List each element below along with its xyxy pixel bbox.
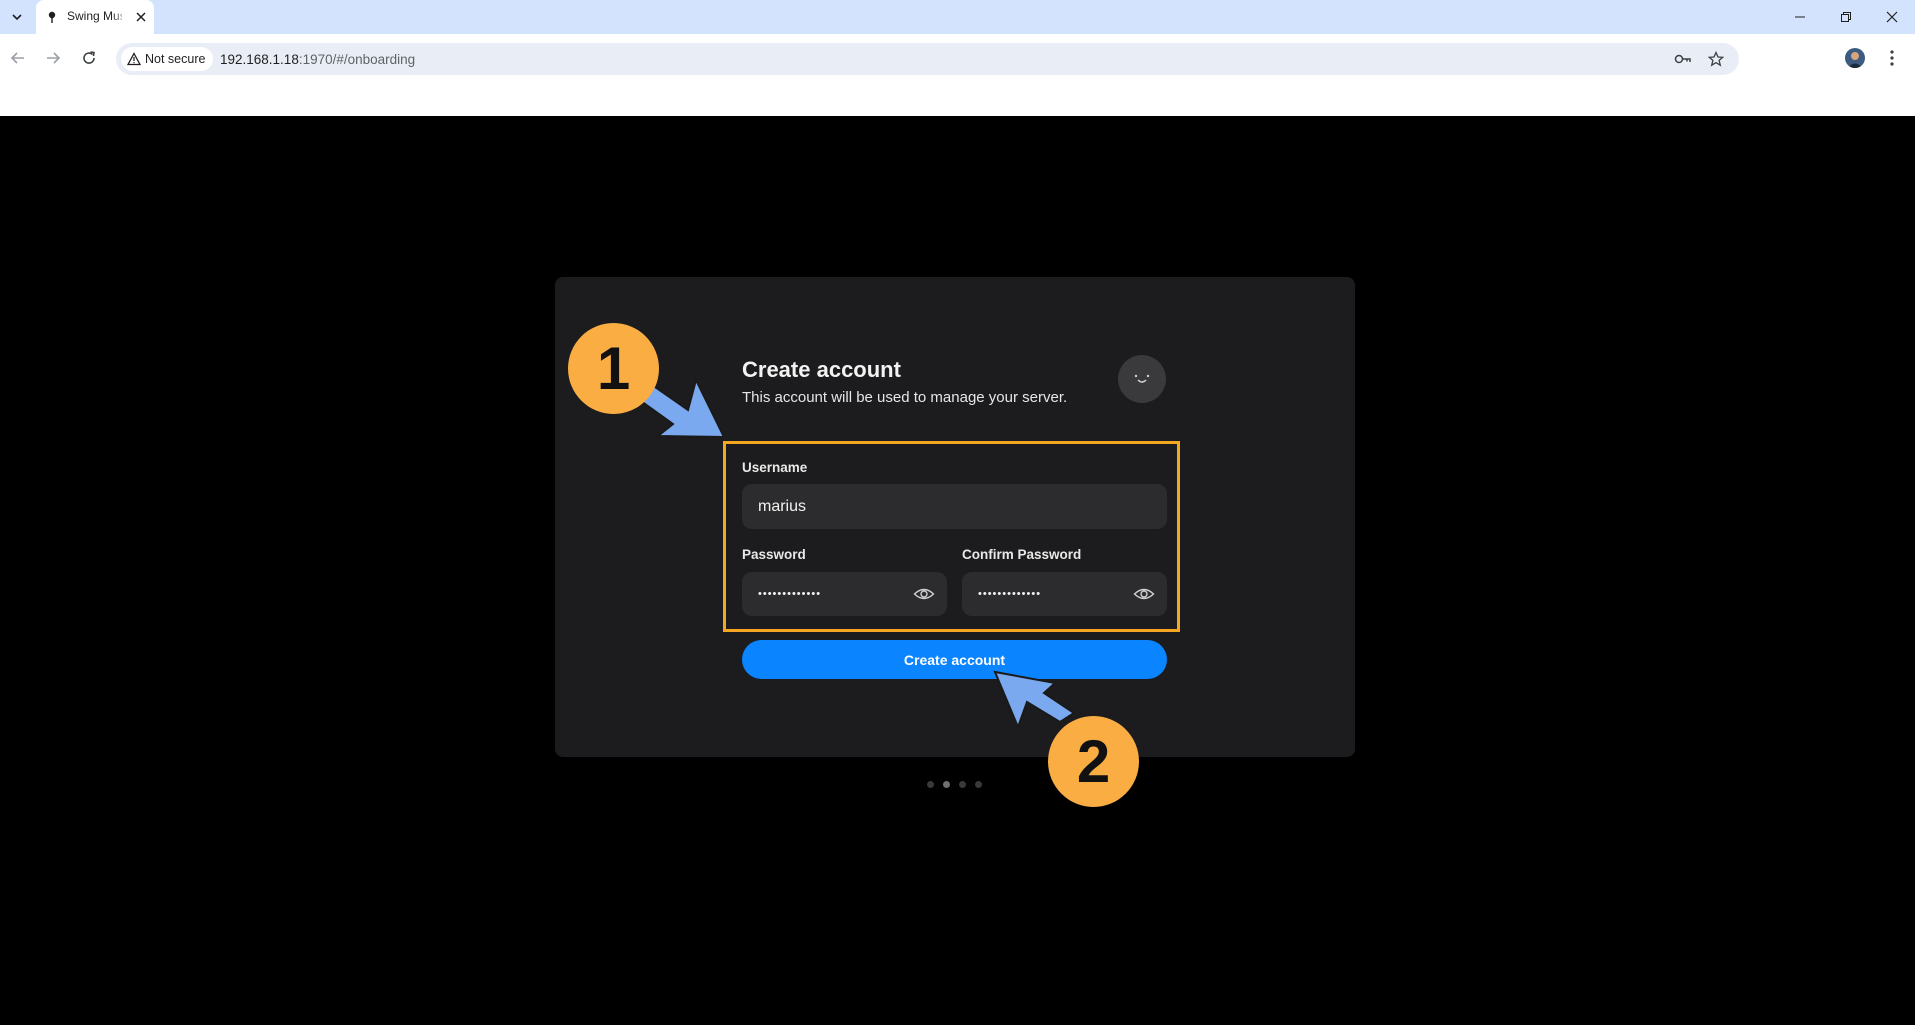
address-bar[interactable]: Not secure 192.168.1.18:1970/#/onboardin… bbox=[116, 43, 1739, 75]
smile-icon bbox=[1134, 374, 1150, 383]
reload-button[interactable] bbox=[75, 44, 103, 72]
restore-icon bbox=[1841, 12, 1851, 22]
security-label: Not secure bbox=[145, 52, 206, 66]
step-marker-1: 1 bbox=[568, 323, 659, 414]
minimize-icon bbox=[1795, 16, 1805, 18]
key-icon bbox=[1674, 54, 1691, 64]
back-arrow-icon bbox=[10, 52, 24, 64]
step-dot-2[interactable] bbox=[943, 781, 950, 788]
url-path: :1970/#/onboarding bbox=[298, 52, 416, 67]
restore-button[interactable] bbox=[1823, 0, 1869, 34]
url-host: 192.168.1.18 bbox=[220, 52, 299, 67]
page-title: Create account bbox=[742, 357, 901, 382]
close-icon bbox=[1886, 11, 1898, 23]
browser-toolbar: Not secure 192.168.1.18:1970/#/onboardin… bbox=[0, 34, 1915, 116]
password-key-button[interactable] bbox=[1673, 49, 1693, 69]
forward-arrow-icon bbox=[47, 52, 61, 64]
step-dot-3[interactable] bbox=[959, 781, 966, 788]
minimize-button[interactable] bbox=[1777, 0, 1823, 34]
back-button[interactable] bbox=[4, 44, 32, 72]
tab-title-fade bbox=[112, 6, 128, 28]
form-highlight-box bbox=[723, 441, 1180, 632]
reload-icon bbox=[83, 51, 95, 64]
step-dot-4[interactable] bbox=[975, 781, 982, 788]
forward-button[interactable] bbox=[39, 44, 67, 72]
url-text: 192.168.1.18:1970/#/onboarding bbox=[220, 51, 415, 69]
swing-music-favicon-icon bbox=[48, 11, 56, 23]
browser-menu-button[interactable] bbox=[1880, 46, 1904, 70]
more-vert-icon bbox=[1890, 50, 1894, 66]
tab-strip: Swing Music bbox=[0, 0, 1915, 34]
chevron-down-icon bbox=[12, 14, 22, 21]
profile-icon bbox=[1848, 52, 1862, 68]
step-dot-1[interactable] bbox=[927, 781, 934, 788]
tab-swing-music[interactable]: Swing Music bbox=[36, 0, 154, 34]
create-account-button[interactable]: Create account bbox=[742, 640, 1167, 679]
warning-icon bbox=[127, 52, 141, 66]
close-tab-icon[interactable] bbox=[133, 9, 149, 25]
close-window-button[interactable] bbox=[1869, 0, 1915, 34]
mascot-avatar bbox=[1118, 355, 1166, 403]
tab-search-button[interactable] bbox=[6, 6, 28, 28]
bookmark-button[interactable] bbox=[1706, 49, 1726, 69]
security-chip[interactable]: Not secure bbox=[121, 47, 214, 71]
step-marker-2: 2 bbox=[1048, 716, 1139, 807]
star-icon bbox=[1708, 51, 1724, 67]
profile-avatar[interactable] bbox=[1845, 48, 1865, 68]
page-subtitle: This account will be used to manage your… bbox=[742, 389, 1068, 406]
